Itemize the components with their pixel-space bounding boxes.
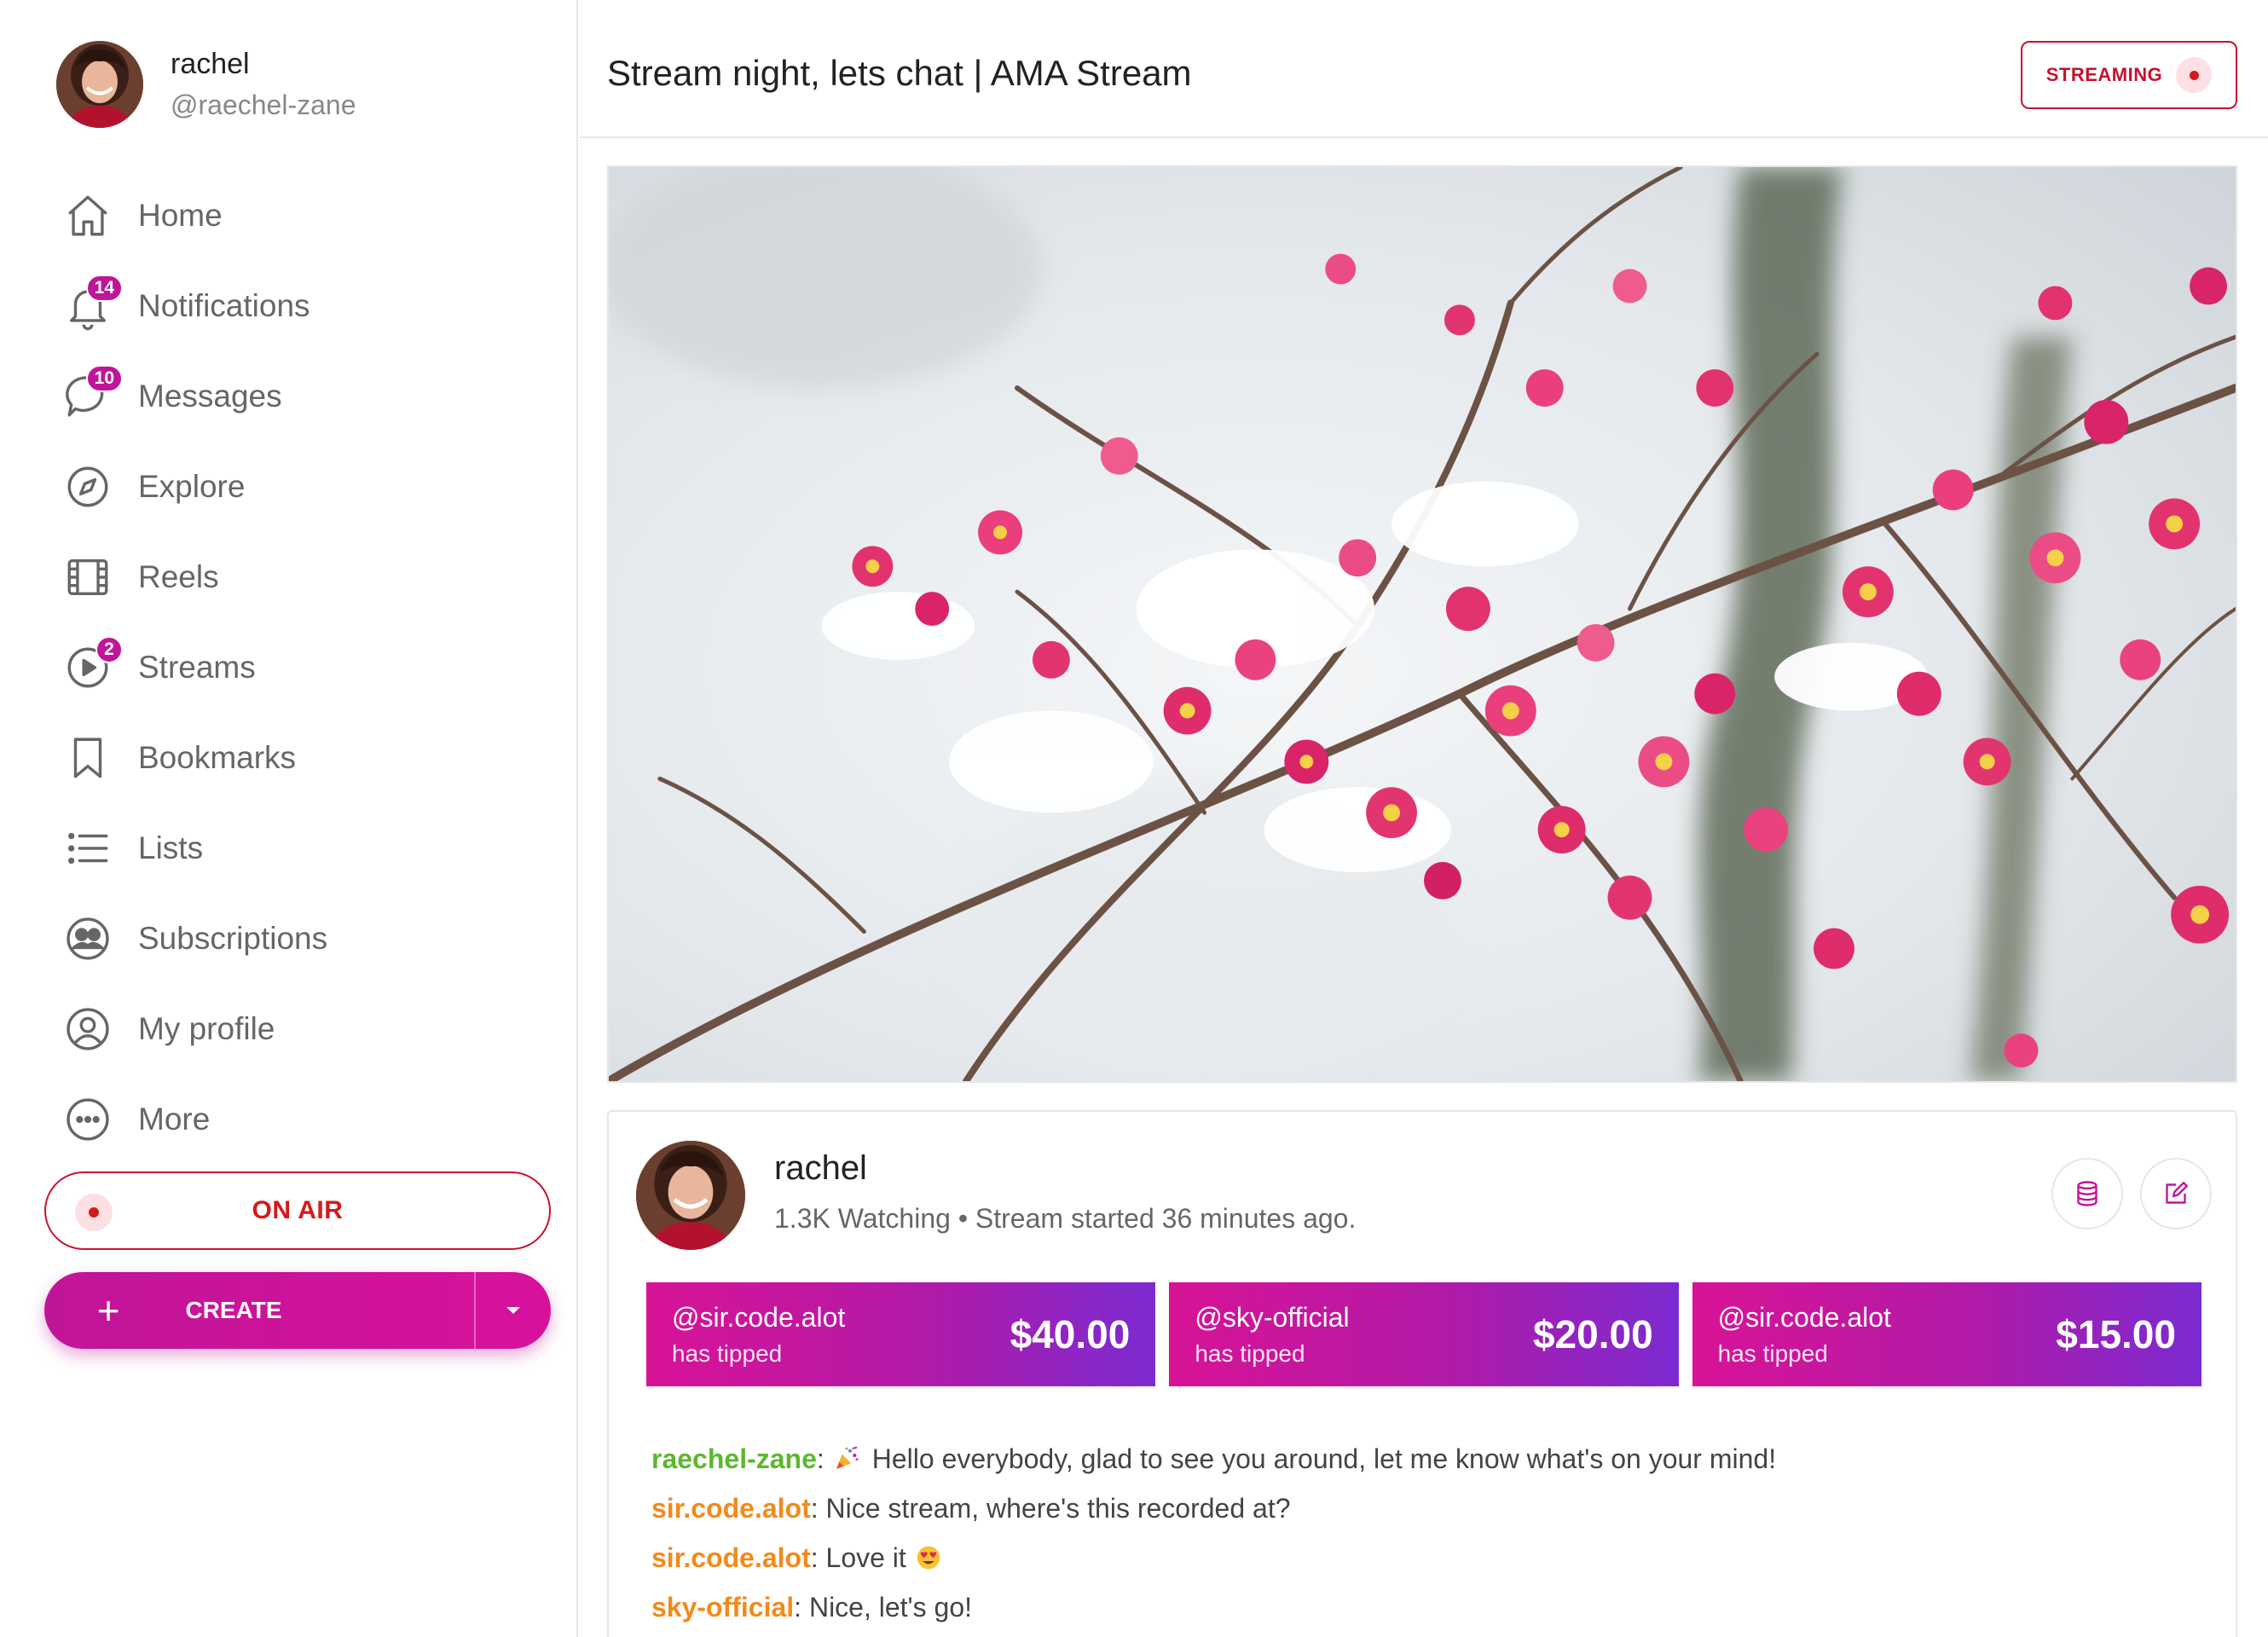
sidebar-item-label: Lists — [138, 830, 204, 865]
play-circle-icon: 2 — [61, 636, 123, 694]
chat-text: Nice stream, where's this recorded at? — [825, 1492, 1291, 1524]
chat-username[interactable]: sir.code.alot — [651, 1493, 811, 1524]
on-air-label: ON AIR — [252, 1196, 344, 1224]
sidebar-item-label: Home — [138, 198, 223, 233]
sidebar-item-streams[interactable]: 2 Streams — [61, 622, 539, 713]
streaming-label: STREAMING — [2045, 64, 2163, 85]
sidebar-item-home[interactable]: Home — [61, 171, 539, 261]
tip-card[interactable]: @sir.code.alot has tipped $15.00 — [1692, 1282, 2201, 1386]
tip-subtext: has tipped — [1717, 1339, 1828, 1367]
profile-summary[interactable]: rachel @raechel-zane — [56, 41, 356, 128]
tip-subtext: has tipped — [1195, 1339, 1305, 1367]
bookmark-icon — [61, 732, 114, 784]
tip-amount: $15.00 — [2056, 1312, 2176, 1356]
chat-separator: : — [794, 1591, 809, 1623]
stream-meta: 1.3K Watching • Stream started 36 minute… — [774, 1203, 1357, 1234]
edit-button[interactable] — [2140, 1158, 2212, 1229]
sidebar-item-label: More — [138, 1102, 211, 1137]
profile-handle: @raechel-zane — [171, 90, 356, 120]
host-info: rachel 1.3K Watching • Stream started 36… — [636, 1141, 1356, 1250]
chat-message: sir.code.alot: Nice stream, where's this… — [651, 1484, 2203, 1533]
sidebar-item-messages[interactable]: 10 Messages — [61, 351, 539, 442]
tip-user: @sky-official — [1195, 1301, 1350, 1333]
tips-row: @sir.code.alot has tipped $40.00 @sky-of… — [646, 1282, 2201, 1386]
tip-subtext: has tipped — [672, 1339, 783, 1367]
tip-user: @sir.code.alot — [1717, 1301, 1891, 1333]
chat-separator: : — [810, 1492, 826, 1524]
sidebar-item-subscriptions[interactable]: Subscriptions — [61, 894, 539, 984]
profile-name: rachel — [171, 48, 250, 80]
more-icon — [61, 1093, 114, 1146]
tip-card[interactable]: @sir.code.alot has tipped $40.00 — [646, 1282, 1156, 1386]
host-name: rachel — [774, 1149, 867, 1187]
bell-icon: 14 — [61, 275, 123, 333]
live-dot-icon — [75, 1194, 113, 1231]
chat-username[interactable]: sir.code.alot — [651, 1542, 811, 1574]
tip-amount: $20.00 — [1532, 1312, 1653, 1356]
tip-card[interactable]: @sky-official has tipped $20.00 — [1169, 1282, 1679, 1386]
compass-icon — [61, 460, 114, 513]
sidebar-item-label: Subscriptions — [138, 921, 328, 956]
sidebar-item-more[interactable]: More — [61, 1074, 539, 1165]
chat-username[interactable]: raechel-zane — [651, 1443, 817, 1475]
sidebar-item-label: Notifications — [138, 288, 310, 323]
tip-amount: $40.00 — [1010, 1312, 1131, 1356]
chat-message: sir.code.alot: Love it — [651, 1533, 2203, 1582]
film-icon — [61, 551, 114, 604]
chat-message: raechel-zane: Hello everybody, glad to s… — [651, 1434, 2203, 1484]
chat-message: sky-official: Nice, let's go! — [651, 1582, 2203, 1632]
sidebar-item-label: Explore — [138, 469, 246, 504]
sidebar-nav: Home 14 Notifications 10 Messages Explor… — [61, 171, 539, 1165]
create-dropdown-toggle[interactable] — [476, 1272, 551, 1349]
sidebar-item-explore[interactable]: Explore — [61, 442, 539, 532]
edit-icon — [2166, 1182, 2188, 1204]
create-button[interactable]: + CREATE — [44, 1272, 474, 1349]
sidebar-item-label: Messages — [138, 379, 282, 414]
users-icon — [61, 912, 114, 965]
chat-username[interactable]: sky-official — [651, 1592, 794, 1623]
notifications-badge: 14 — [85, 275, 123, 302]
sidebar-item-notifications[interactable]: 14 Notifications — [61, 261, 539, 351]
stream-video-frame — [609, 167, 2236, 1081]
sidebar-item-label: Bookmarks — [138, 740, 297, 775]
heart-eyes-emoji — [917, 1546, 940, 1570]
home-icon — [61, 189, 114, 242]
avatar[interactable] — [56, 41, 143, 128]
page-title: Stream night, lets chat | AMA Stream — [607, 53, 1192, 93]
chat-log: raechel-zane: Hello everybody, glad to s… — [651, 1434, 2203, 1632]
streaming-button[interactable]: STREAMING — [2021, 41, 2237, 109]
stream-info-card: rachel 1.3K Watching • Stream started 36… — [607, 1110, 2237, 1637]
caret-down-icon — [506, 1307, 520, 1314]
chat-text: Hello everybody, glad to see you around,… — [871, 1443, 1777, 1474]
avatar[interactable] — [636, 1141, 745, 1250]
plus-icon: + — [96, 1288, 120, 1333]
user-circle-icon — [61, 1003, 114, 1056]
messages-badge: 10 — [85, 365, 123, 392]
chat-separator: : — [810, 1542, 826, 1573]
chat-text: Love it — [825, 1542, 906, 1573]
tip-user: @sir.code.alot — [672, 1301, 846, 1333]
live-dot-icon — [2176, 57, 2213, 93]
stream-header: Stream night, lets chat | AMA Stream STR… — [580, 0, 2268, 138]
database-button[interactable] — [2051, 1158, 2123, 1229]
main-content: Stream night, lets chat | AMA Stream STR… — [580, 0, 2268, 1637]
list-icon — [61, 822, 114, 875]
sidebar-item-my-profile[interactable]: My profile — [61, 984, 539, 1074]
sidebar-item-label: Streams — [138, 650, 256, 685]
chat-separator: : — [816, 1443, 824, 1474]
chat-text: Nice, let's go! — [808, 1591, 973, 1623]
sidebar-item-lists[interactable]: Lists — [61, 803, 539, 894]
sidebar-item-label: My profile — [138, 1011, 275, 1046]
video-player[interactable] — [607, 165, 2237, 1083]
on-air-button[interactable]: ON AIR — [44, 1171, 551, 1250]
sidebar-item-bookmarks[interactable]: Bookmarks — [61, 713, 539, 803]
sidebar-item-label: Reels — [138, 559, 219, 594]
create-button-group: + CREATE — [44, 1272, 551, 1349]
streams-badge: 2 — [95, 636, 123, 663]
chat-bubble-icon: 10 — [61, 365, 123, 423]
sidebar-item-reels[interactable]: Reels — [61, 532, 539, 622]
database-icon — [2077, 1181, 2097, 1206]
party-popper-emoji — [836, 1446, 859, 1469]
sidebar: rachel @raechel-zane Home 14 Notificatio… — [0, 0, 578, 1637]
